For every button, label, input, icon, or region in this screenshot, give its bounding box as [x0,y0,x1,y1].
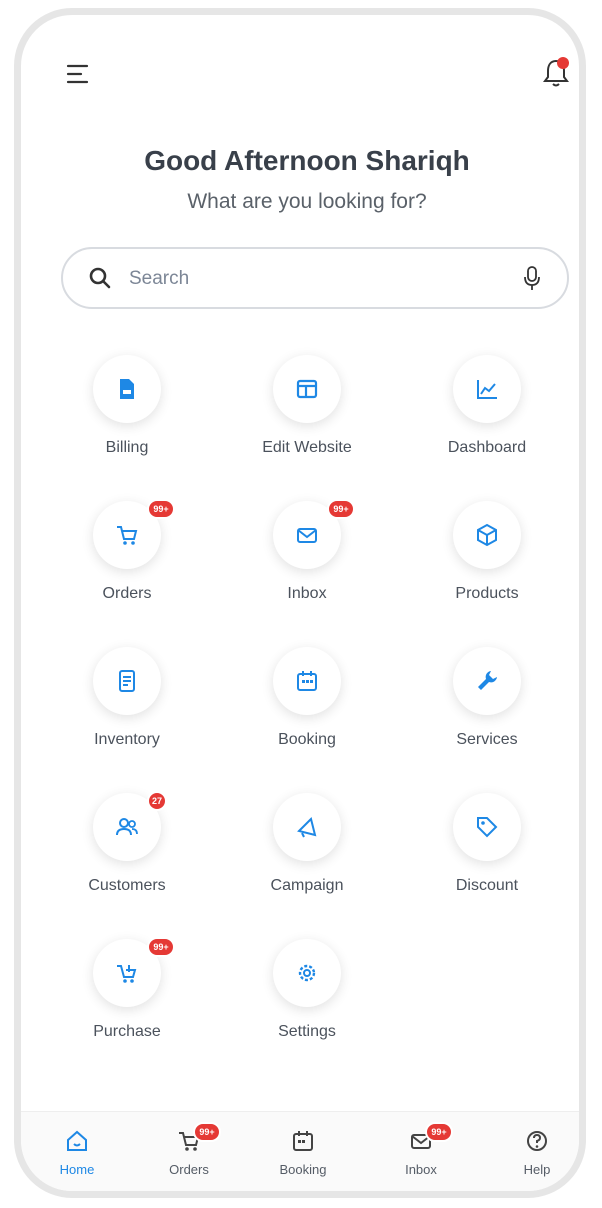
tile-campaign[interactable]: Campaign [217,793,397,913]
tile-inbox[interactable]: 99+ Inbox [217,499,397,621]
tile-label: Inbox [287,585,327,602]
tile-purchase[interactable]: 99+ Purchase [37,937,217,1059]
customers-badge: 27 [147,791,167,811]
nav-orders[interactable]: 99+ Orders [139,1122,239,1191]
phone-frame: Good Afternoon Shariqh What are you look… [14,8,586,1198]
purchase-icon [117,965,137,983]
nav-home[interactable]: Home [27,1122,127,1191]
feature-grid: Billing Edit Website Dashboard 99+ Order… [21,15,579,1040]
billing-button[interactable] [93,355,161,423]
nav-label: Home [59,1162,95,1177]
tile-label: Booking [278,731,336,748]
tag-icon [477,817,498,838]
edit-website-button[interactable] [273,355,341,423]
nav-label: Help [523,1162,551,1177]
tile-booking[interactable]: Booking [217,647,397,767]
nav-orders-badge: 99+ [193,1122,221,1142]
nav-inbox[interactable]: 99+ Inbox [371,1122,471,1191]
website-icon [296,379,318,399]
tile-label: Settings [278,1023,336,1040]
tile-billing[interactable]: Billing [37,355,217,475]
tile-label: Discount [455,877,519,894]
products-button[interactable] [453,501,521,569]
tile-edit-website[interactable]: Edit Website [217,355,397,475]
services-button[interactable] [453,647,521,715]
campaign-button[interactable] [273,793,341,861]
nav-inbox-badge: 99+ [425,1122,453,1142]
calendar-icon [297,671,317,691]
tile-label: Customers [88,877,166,894]
home-icon [67,1130,87,1151]
tile-label: Edit Website [262,439,352,456]
tile-label: Billing [105,439,149,456]
wrench-icon [478,671,497,690]
tile-label: Orders [102,585,152,602]
nav-booking[interactable]: Booking [253,1122,353,1191]
nav-label: Booking [279,1162,327,1177]
booking-button[interactable] [273,647,341,715]
box-icon [477,523,497,547]
tile-inventory[interactable]: Inventory [37,647,217,767]
inventory-button[interactable] [93,647,161,715]
nav-label: Orders [169,1162,209,1177]
megaphone-icon [297,817,317,838]
settings-button[interactable] [273,939,341,1007]
tile-label: Products [455,585,519,602]
tile-label: Campaign [270,877,344,894]
dashboard-button[interactable] [453,355,521,423]
tile-label: Dashboard [447,439,527,456]
bottom-navigation: Home 99+ Orders Booking 99+ Inbox Help [21,1111,579,1191]
tile-label: Purchase [93,1023,161,1040]
help-icon [527,1131,547,1151]
tile-orders[interactable]: 99+ Orders [37,499,217,621]
mail-icon [297,528,317,543]
tile-label: Services [456,731,518,748]
tile-products[interactable]: Products [397,501,577,621]
tile-services[interactable]: Services [397,647,577,767]
nav-label: Inbox [405,1162,437,1177]
discount-button[interactable] [453,793,521,861]
orders-badge: 99+ [147,499,175,519]
gear-icon [298,964,316,982]
tile-settings[interactable]: Settings [217,939,397,1059]
chart-icon [477,380,497,399]
tile-discount[interactable]: Discount [397,793,577,913]
cart-icon [117,526,138,545]
inventory-icon [119,670,135,692]
tile-label: Inventory [94,731,160,748]
tile-dashboard[interactable]: Dashboard [397,355,577,475]
billing-icon [120,379,134,399]
calendar-icon [293,1131,313,1151]
inbox-badge: 99+ [327,499,355,519]
tile-customers[interactable]: 27 Customers [37,791,217,913]
users-icon [116,818,138,836]
purchase-badge: 99+ [147,937,175,957]
nav-help[interactable]: Help [487,1122,579,1191]
